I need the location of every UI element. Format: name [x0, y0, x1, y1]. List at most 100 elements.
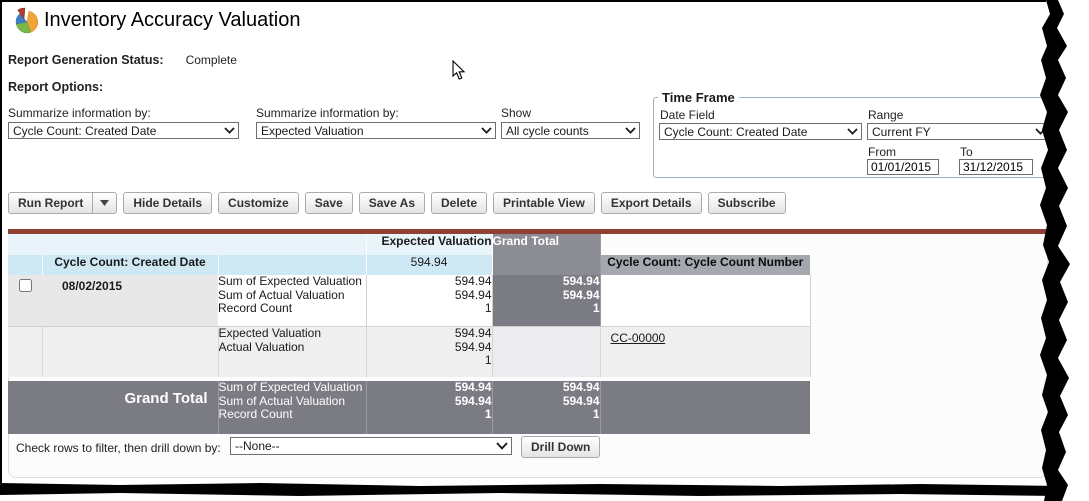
caret-down-icon: [100, 200, 109, 206]
detail-row: Expected Valuation Actual Valuation 594.…: [8, 327, 810, 378]
grand-total-values: 594.94 594.94 1: [366, 381, 492, 434]
report-options-label: Report Options:: [8, 80, 103, 94]
hide-details-button[interactable]: Hide Details: [123, 192, 212, 214]
grand-value: 594.94: [493, 381, 600, 395]
from-label: From: [868, 145, 896, 159]
save-as-button[interactable]: Save As: [359, 192, 425, 214]
metric-value: 594.94: [367, 327, 492, 341]
grand-value: 594.94: [493, 275, 600, 289]
customize-button[interactable]: Customize: [218, 192, 299, 214]
detail-grand-total-cell: [492, 327, 600, 378]
metric-label: Record Count: [218, 302, 366, 316]
date-field-value: Cycle Count: Created Date: [664, 125, 807, 139]
group-date-cell: 08/02/2015: [42, 275, 218, 327]
grand-value: 1: [367, 408, 492, 422]
metric-value: 594.94: [367, 289, 492, 303]
show-label: Show: [501, 106, 531, 120]
grand-total-empty-cell: [600, 381, 810, 434]
report-page: Inventory Accuracy Valuation Report Gene…: [0, 0, 1089, 501]
detail-metric-labels: Expected Valuation Actual Valuation: [218, 327, 366, 378]
show-value: All cycle counts: [506, 124, 589, 138]
metric-label: Actual Valuation: [219, 341, 366, 355]
range-label: Range: [868, 108, 903, 122]
grand-value: 594.94: [493, 289, 600, 303]
expected-valuation-column-header: Expected Valuation: [366, 234, 492, 255]
metric-label: Expected Valuation: [219, 327, 366, 341]
grand-value: 594.94: [367, 395, 492, 409]
group-row: 08/02/2015 Sum of Expected Valuation Sum…: [8, 275, 810, 327]
detail-date-cell: [42, 327, 218, 378]
date-field-label: Date Field: [660, 108, 715, 122]
grand-value: 1: [493, 408, 600, 422]
chevron-down-icon: [625, 127, 636, 134]
delete-button[interactable]: Delete: [431, 192, 487, 214]
metric-label: Sum of Actual Valuation: [218, 289, 366, 303]
report-toolbar: Run Report Hide Details Customize Save S…: [8, 192, 786, 214]
to-date-input[interactable]: [959, 159, 1033, 175]
grand-total-column-header: Grand Total: [492, 234, 600, 255]
cycle-count-number-column-header: Cycle Count: Cycle Count Number: [600, 255, 810, 275]
group-metric-labels: Sum of Expected Valuation Sum of Actual …: [218, 275, 366, 327]
grand-total-metric-labels: Sum of Expected Valuation Sum of Actual …: [218, 381, 366, 434]
date-field-select[interactable]: Cycle Count: Created Date: [659, 123, 862, 140]
header-empty-cell: [600, 234, 810, 255]
expected-valuation-subheader: 594.94: [366, 255, 492, 275]
show-select[interactable]: All cycle counts: [501, 122, 640, 139]
cycle-count-record-link[interactable]: CC-00000: [611, 331, 666, 345]
detail-values: 594.94 594.94 1: [366, 327, 492, 378]
subscribe-button[interactable]: Subscribe: [708, 192, 786, 214]
metric-label: Sum of Expected Valuation: [219, 381, 366, 395]
grand-total-row: Grand Total Sum of Expected Valuation Su…: [8, 381, 810, 434]
row-checkbox[interactable]: [19, 279, 32, 292]
to-label: To: [960, 145, 973, 159]
drill-down-select[interactable]: --None--: [230, 437, 512, 455]
created-date-column-header: Cycle Count: Created Date: [42, 255, 218, 275]
run-report-menu-arrow[interactable]: [93, 192, 117, 214]
metric-label: Sum of Expected Valuation: [218, 275, 366, 289]
chevron-down-icon: [496, 442, 508, 450]
detail-cc-number-cell: CC-00000: [600, 327, 810, 378]
range-value: Current FY: [872, 125, 931, 139]
grand-total-subheader: [492, 255, 600, 275]
metric-value: 1: [367, 354, 492, 368]
mouse-cursor-icon: [452, 60, 467, 81]
group-cc-number-cell: [600, 275, 810, 327]
metric-value: 594.94: [367, 275, 492, 289]
metric-value: 594.94: [367, 341, 492, 355]
group-values: 594.94 594.94 1: [366, 275, 492, 327]
save-button[interactable]: Save: [305, 192, 353, 214]
report-table: Expected Valuation Grand Total Cycle Cou…: [8, 234, 811, 434]
chevron-down-icon: [481, 127, 492, 134]
metric-label: Record Count: [219, 408, 366, 422]
summarize-2-select[interactable]: Expected Valuation: [256, 122, 496, 139]
summarize-1-value: Cycle Count: Created Date: [13, 124, 156, 138]
grand-value: 594.94: [493, 395, 600, 409]
time-frame-legend: Time Frame: [658, 90, 739, 105]
chevron-down-icon: [1035, 128, 1046, 135]
from-date-input[interactable]: [867, 159, 939, 175]
page-title: Inventory Accuracy Valuation: [44, 9, 300, 32]
drill-down-label: Check rows to filter, then drill down by…: [16, 441, 221, 455]
drill-down-button[interactable]: Drill Down: [521, 436, 600, 458]
chevron-down-icon: [847, 128, 858, 135]
metric-column-header: [218, 255, 366, 275]
checkbox-column-header: [8, 255, 42, 275]
summarize-1-select[interactable]: Cycle Count: Created Date: [8, 122, 239, 139]
printable-view-button[interactable]: Printable View: [493, 192, 595, 214]
run-report-button[interactable]: Run Report: [8, 192, 93, 214]
range-select[interactable]: Current FY: [867, 123, 1050, 140]
grand-total-grand-values: 594.94 594.94 1: [492, 381, 600, 434]
report-generation-status-value: Complete: [186, 53, 237, 67]
summarize-2-value: Expected Valuation: [261, 124, 364, 138]
header-spacer: [8, 234, 366, 255]
metric-label: Sum of Actual Valuation: [219, 395, 366, 409]
detail-checkbox-cell: [8, 327, 42, 378]
time-frame-fieldset: Time Frame Date Field Cycle Count: Creat…: [653, 90, 1056, 178]
grand-value: 1: [493, 302, 600, 316]
header-row-2: Cycle Count: Created Date 594.94 Cycle C…: [8, 255, 810, 275]
grand-total-row-title: Grand Total: [8, 381, 218, 434]
summarize-2-label: Summarize information by:: [256, 106, 399, 120]
export-details-button[interactable]: Export Details: [601, 192, 702, 214]
drill-down-value: --None--: [235, 439, 280, 453]
metric-value: 1: [367, 302, 492, 316]
